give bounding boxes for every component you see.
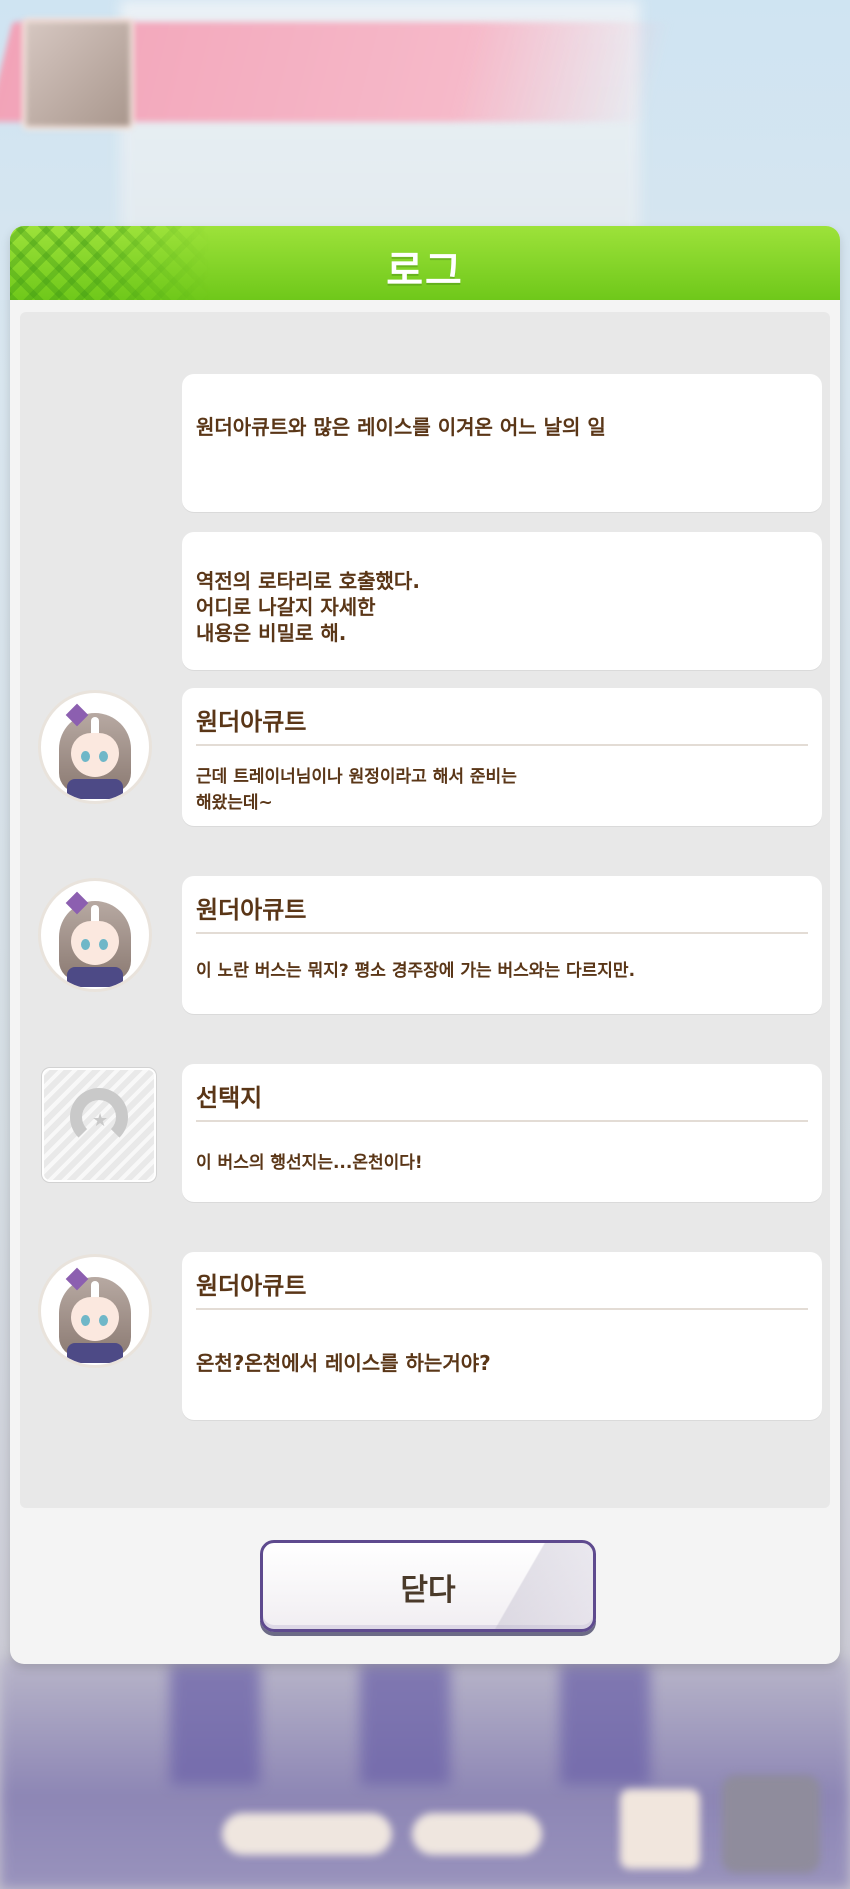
- background-banner-portrait: [22, 18, 134, 130]
- background-pillar: [360, 1665, 450, 1785]
- log-entry-choice: 선택지 이 버스의 행선지는...온천이다!: [182, 1064, 822, 1202]
- speaker-name: 선택지: [196, 1084, 263, 1112]
- log-entry-dialogue: 원더아큐트 온천?온천에서 레이스를 하는거야?: [182, 1252, 822, 1420]
- background-skip-button: [222, 1813, 392, 1855]
- speaker-name: 원더아큐트: [196, 708, 307, 736]
- divider: [196, 744, 808, 746]
- speaker-name: 원더아큐트: [196, 896, 307, 924]
- wonder-acute-portrait-icon: [38, 1254, 152, 1368]
- wonder-acute-portrait-icon: [38, 878, 152, 992]
- background-log-button: [620, 1789, 700, 1869]
- log-message: 원더아큐트와 많은 레이스를 이겨온 어느 날의 일: [196, 415, 606, 439]
- log-message: 이 노란 버스는 뭐지? 평소 경주장에 가는 버스와는 다르지만.: [196, 961, 636, 981]
- background-menu-button: [722, 1775, 820, 1873]
- log-entry-narration: 역전의 로타리로 호출했다. 어디로 나갈지 자세한 내용은 비밀로 해.: [182, 532, 822, 670]
- divider: [196, 1120, 808, 1122]
- modal-header: 로그: [10, 226, 840, 300]
- log-message: 역전의 로타리로 호출했다. 어디로 나갈지 자세한 내용은 비밀로 해.: [196, 569, 420, 645]
- log-entry-dialogue: 원더아큐트 근데 트레이너님이나 원정이라고 해서 준비는 해왔는데~: [182, 688, 822, 826]
- close-button[interactable]: 닫다: [260, 1540, 596, 1632]
- background-pillar: [560, 1665, 650, 1785]
- divider: [196, 932, 808, 934]
- speaker-name: 원더아큐트: [196, 1272, 307, 1300]
- modal-title: 로그: [386, 248, 464, 294]
- wonder-acute-portrait-icon: [38, 690, 152, 804]
- close-button-label: 닫다: [400, 1573, 456, 1608]
- background-pillar: [170, 1665, 260, 1785]
- log-entry-narration: 원더아큐트와 많은 레이스를 이겨온 어느 날의 일: [182, 374, 822, 512]
- divider: [196, 1308, 808, 1310]
- log-message: 근데 트레이너님이나 원정이라고 해서 준비는 해왔는데~: [196, 767, 517, 813]
- log-message: 온천?온천에서 레이스를 하는거야?: [196, 1351, 491, 1375]
- horseshoe-icon: ★: [42, 1068, 156, 1182]
- log-message: 이 버스의 행선지는...온천이다!: [196, 1153, 423, 1173]
- log-list[interactable]: 원더아큐트와 많은 레이스를 이겨온 어느 날의 일 역전의 로타리로 호출했다…: [20, 312, 830, 1508]
- log-modal: 로그 원더아큐트와 많은 레이스를 이겨온 어느 날의 일 역전의 로타리로 호…: [10, 226, 840, 1664]
- log-entry-dialogue: 원더아큐트 이 노란 버스는 뭐지? 평소 경주장에 가는 버스와는 다르지만.: [182, 876, 822, 1014]
- background-auto-button: [412, 1813, 542, 1855]
